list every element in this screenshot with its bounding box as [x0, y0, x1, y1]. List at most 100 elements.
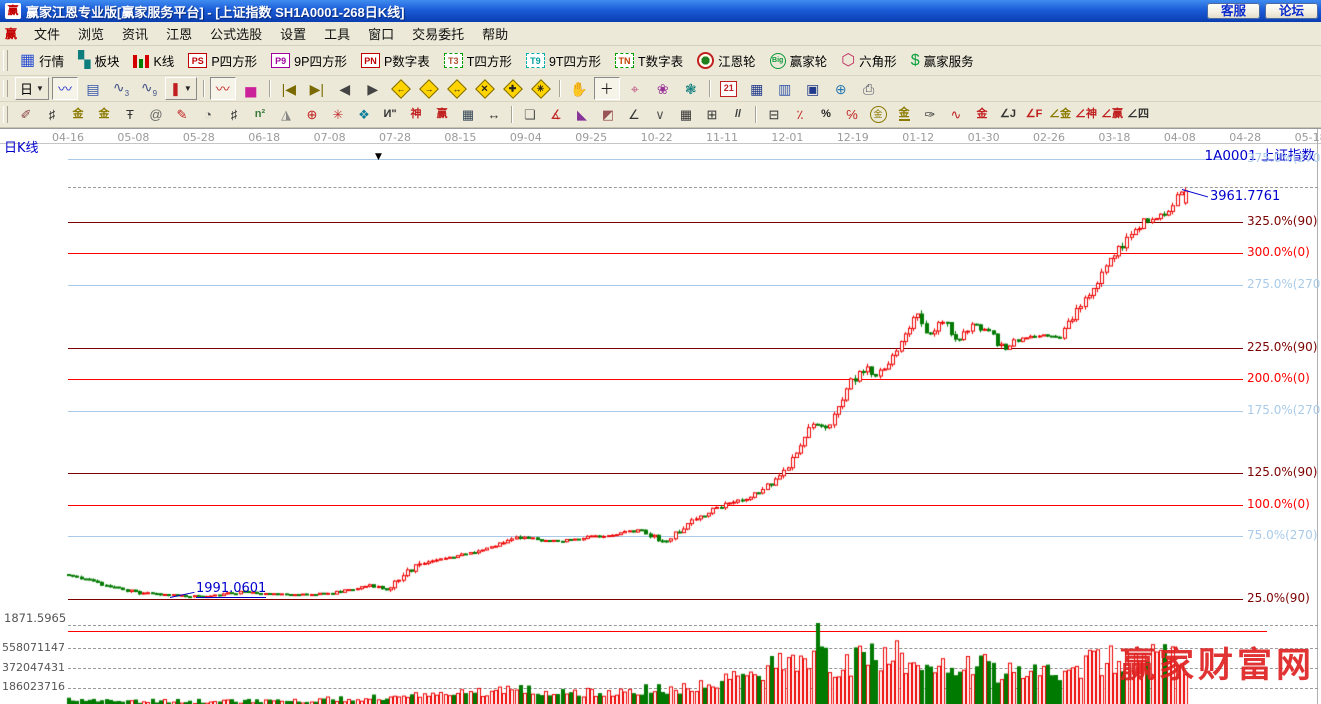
period-day-dropdown[interactable]: 日▼: [15, 77, 49, 100]
hand-tool-icon[interactable]: ✋: [566, 77, 592, 100]
grid-123-icon[interactable]: ▦: [456, 103, 480, 126]
toolbar-item-gann-wheel[interactable]: 江恩轮: [690, 51, 763, 70]
toolbar-item-quotes[interactable]: ▦行情: [13, 51, 71, 70]
customer-service-button[interactable]: 客服: [1207, 3, 1260, 19]
crosshair-tool-icon[interactable]: ＋: [594, 77, 620, 100]
menu-item-4[interactable]: 公式选股: [201, 22, 271, 45]
toolbar-item-9t-square[interactable]: T99T四方形: [519, 51, 608, 70]
wave-3-icon[interactable]: ∿3: [108, 77, 134, 100]
fence-2-icon[interactable]: ♯: [222, 103, 246, 126]
gann-left-diamond-icon[interactable]: ←: [388, 77, 414, 100]
next-page-icon[interactable]: ▶: [360, 77, 386, 100]
toolbar-item-p-number-table[interactable]: PNP数字表: [354, 51, 437, 70]
gann-cross-diamond-icon[interactable]: ✚: [500, 77, 526, 100]
percent-lines-icon[interactable]: ℅: [840, 103, 864, 126]
toolbar-item-t-square[interactable]: T3T四方形: [437, 51, 519, 70]
starburst-icon[interactable]: ✳: [326, 103, 350, 126]
marker-triangle-icon[interactable]: ▼: [375, 152, 382, 162]
menu-item-3[interactable]: 江恩: [157, 22, 201, 45]
red-wave-icon[interactable]: 〰: [210, 77, 236, 100]
purple-tool-icon[interactable]: ❀: [650, 77, 676, 100]
fan-lines-icon[interactable]: ∡: [544, 103, 568, 126]
wave-box-icon[interactable]: ∿: [944, 103, 968, 126]
low-annotation: 1991.0601: [196, 581, 266, 598]
menu-item-0[interactable]: 文件: [25, 22, 69, 45]
angle-a-icon[interactable]: ◮: [274, 103, 298, 126]
kline-volume-canvas[interactable]: [0, 129, 1321, 704]
angle-purple-icon[interactable]: ◣: [570, 103, 594, 126]
pen-tool-icon[interactable]: ✐: [14, 103, 38, 126]
web-update-icon[interactable]: ⊕: [828, 77, 854, 100]
gold-angle-icon[interactable]: ∠金: [1048, 103, 1072, 126]
menu-item-5[interactable]: 设置: [271, 22, 315, 45]
prev-page-icon[interactable]: ◀: [332, 77, 358, 100]
percent-table-icon[interactable]: ⊟: [762, 103, 786, 126]
toolbar-item-winner-wheel[interactable]: Big赢家轮: [763, 51, 835, 70]
toolbar-item-t-number-table[interactable]: TNT数字表: [608, 51, 690, 70]
gann-xswing-diamond-icon[interactable]: ✕: [472, 77, 498, 100]
toolbar-item-winner-service[interactable]: $赢家服务: [904, 51, 981, 70]
toolbar-item-p-square[interactable]: PSP四方形: [181, 51, 264, 70]
speed-resistance-icon[interactable]: И": [378, 103, 402, 126]
gann-hswing-diamond-icon[interactable]: ↔: [444, 77, 470, 100]
n-square-icon[interactable]: n²: [248, 103, 272, 126]
si-angle-icon[interactable]: ∠四: [1126, 103, 1150, 126]
zoom-tool-icon[interactable]: ⌖: [622, 77, 648, 100]
time-cycle-icon[interactable]: ◔: [196, 103, 220, 126]
f-fence-icon[interactable]: Ŧ: [118, 103, 142, 126]
candle-style-dropdown[interactable]: ❚▼: [165, 77, 197, 100]
calculator-icon[interactable]: ▦: [744, 77, 770, 100]
angle-lines-icon[interactable]: ∠: [622, 103, 646, 126]
menu-item-2[interactable]: 资讯: [113, 22, 157, 45]
pen-one-icon[interactable]: ✑: [918, 103, 942, 126]
gold-lines-icon[interactable]: 金: [892, 103, 916, 126]
ying-angle-icon[interactable]: ∠赢: [1100, 103, 1124, 126]
menu-item-7[interactable]: 窗口: [359, 22, 403, 45]
first-page-icon[interactable]: |◀: [276, 77, 302, 100]
notes-icon[interactable]: ▥: [772, 77, 798, 100]
gold-red-icon[interactable]: 金: [970, 103, 994, 126]
menu-item-1[interactable]: 浏览: [69, 22, 113, 45]
j-angle-icon[interactable]: ∠J: [996, 103, 1020, 126]
box-tool-icon[interactable]: ❏: [518, 103, 542, 126]
save-icon[interactable]: ▣: [800, 77, 826, 100]
last-page-icon[interactable]: ▶|: [304, 77, 330, 100]
grid-dark-icon[interactable]: ▦: [674, 103, 698, 126]
red-pen-tool-icon[interactable]: ✎: [170, 103, 194, 126]
shen-tool-icon[interactable]: 神: [404, 103, 428, 126]
parallel-lines-icon[interactable]: //: [726, 103, 750, 126]
gann-right-diamond-icon[interactable]: →: [416, 77, 442, 100]
menu-item-9[interactable]: 帮助: [473, 22, 517, 45]
gold-fence-2-icon[interactable]: 金: [92, 103, 116, 126]
percent-icon[interactable]: %: [814, 103, 838, 126]
grid-star-icon[interactable]: ❖: [352, 103, 376, 126]
calendar-icon[interactable]: 21: [716, 77, 742, 100]
info-doc-icon[interactable]: ▤: [80, 77, 106, 100]
percent-red-icon[interactable]: ٪: [788, 103, 812, 126]
toolbar-item-kline[interactable]: K线: [126, 51, 181, 70]
spiral-tool-icon[interactable]: @: [144, 103, 168, 126]
grid-arrow-icon[interactable]: ⊞: [700, 103, 724, 126]
ying-tool-icon[interactable]: 赢: [430, 103, 454, 126]
wave-9-icon[interactable]: ∿9: [136, 77, 162, 100]
circle-cross-icon[interactable]: ⊕: [300, 103, 324, 126]
toolbar-item-hexagon[interactable]: ⬡六角形: [834, 51, 903, 70]
toolbar-item-9p-square[interactable]: P99P四方形: [264, 51, 354, 70]
shen-angle-icon[interactable]: ∠神: [1074, 103, 1098, 126]
v-lines-icon[interactable]: ∨: [648, 103, 672, 126]
f-angle-icon[interactable]: ∠F: [1022, 103, 1046, 126]
gold-circle-icon[interactable]: 金: [866, 103, 890, 126]
gann-star-diamond-icon[interactable]: ✳: [528, 77, 554, 100]
menu-item-8[interactable]: 交易委托: [403, 22, 473, 45]
menu-item-6[interactable]: 工具: [315, 22, 359, 45]
grid-select-icon[interactable]: ◩: [596, 103, 620, 126]
distribution-chart-icon[interactable]: ▅: [238, 77, 264, 100]
gann-fence-icon[interactable]: ♯: [40, 103, 64, 126]
forum-button[interactable]: 论坛: [1265, 3, 1318, 19]
teal-tool-icon[interactable]: ❃: [678, 77, 704, 100]
print-icon[interactable]: ⎙: [856, 77, 882, 100]
toolbar-item-blocks[interactable]: ▚板块: [71, 51, 126, 70]
gold-fence-icon[interactable]: 金: [66, 103, 90, 126]
trend-wave-icon[interactable]: 〰: [52, 77, 78, 100]
width-arrows-icon[interactable]: ↔: [482, 103, 506, 126]
